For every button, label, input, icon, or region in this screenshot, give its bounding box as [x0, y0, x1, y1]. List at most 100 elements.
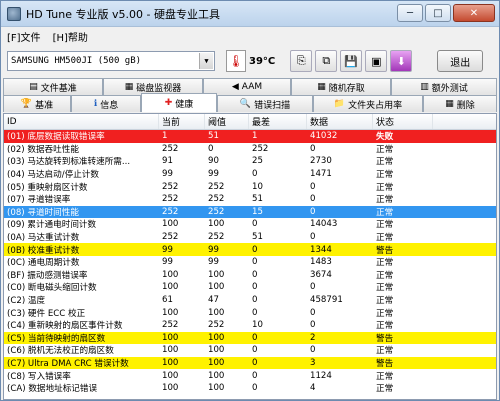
smart-id-cell: (0C) 通电周期计数	[7, 258, 80, 269]
current-cell: 252	[162, 320, 179, 331]
app-window: HD Tune 专业版 v5.00 - 硬盘专业工具 ─ □ ✕ [F]文件 […	[0, 0, 500, 401]
smart-id-cell: (0B) 校准重试计数	[7, 245, 80, 256]
smart-id-cell: (02) 数据吞吐性能	[7, 144, 79, 155]
threshold-cell: 100	[208, 383, 225, 394]
save-icon[interactable]: 💾	[340, 50, 363, 72]
close-button[interactable]: ✕	[453, 4, 495, 22]
current-cell: 61	[162, 295, 173, 306]
table-row[interactable]: (C2) 温度 61 47 0 458791 正常	[4, 294, 496, 307]
drive-select[interactable]: SAMSUNG HM500JI (500 gB) ▼	[7, 51, 215, 71]
column-header-threshold[interactable]: 阈值	[205, 114, 249, 129]
tab-row-top: ▤ 文件基准 ▦ 磁盘监视器 ◀ AAM ▦ 随机存取 ▥ 额外测试	[3, 78, 497, 95]
table-row[interactable]: (0B) 校准重试计数 99 99 0 1344 警告	[4, 243, 496, 256]
file-icon: ▤	[29, 82, 38, 92]
column-header-data[interactable]: 数据	[307, 114, 373, 129]
data-cell: 3	[310, 357, 316, 368]
worst-cell: 51	[252, 232, 263, 243]
worst-cell: 0	[252, 269, 258, 280]
status-cell: 正常	[376, 296, 394, 307]
table-row[interactable]: (04) 马达启动/停止计数 99 99 0 1471 正常	[4, 168, 496, 181]
table-row[interactable]: (08) 寻道时间性能 252 252 15 0 正常	[4, 205, 496, 219]
table-row[interactable]: (BF) 振动感测错误率 100 100 0 3674 正常	[4, 269, 496, 282]
tab-strip: ▤ 文件基准 ▦ 磁盘监视器 ◀ AAM ▦ 随机存取 ▥ 额外测试 🏆 基准 ℹ 信息 ✚ 健…	[3, 78, 497, 112]
column-header-id[interactable]: ID	[4, 114, 159, 129]
threshold-cell: 0	[208, 143, 214, 154]
tab-benchmark[interactable]: 🏆 基准	[3, 95, 71, 112]
tab-file-benchmark[interactable]: ▤ 文件基准	[3, 78, 103, 95]
menu-file[interactable]: [F]文件	[7, 29, 41, 44]
chevron-down-icon[interactable]: ▼	[199, 53, 213, 69]
worst-cell: 0	[252, 257, 258, 268]
smart-id-cell: (03) 马达旋转到标准转速所需...	[7, 157, 131, 168]
table-row[interactable]: (C8) 写入错误率 100 100 0 1124 正常	[4, 369, 496, 382]
smart-id-cell: (BF) 振动感测错误率	[7, 270, 88, 281]
tab-folder-usage[interactable]: 📁 文件夹占用率	[313, 95, 423, 112]
threshold-cell: 99	[208, 257, 219, 268]
table-row[interactable]: (07) 寻道错误率 252 252 51 0 正常	[4, 193, 496, 206]
minimize-button[interactable]: ─	[397, 4, 423, 22]
table-row[interactable]: (C4) 重新映射的扇区事件计数 252 252 10 0 正常	[4, 319, 496, 332]
current-cell: 252	[162, 206, 179, 217]
table-row[interactable]: (01) 底层数据读取错误率 1 51 1 41032 失败	[4, 130, 496, 143]
tab-info[interactable]: ℹ 信息	[71, 95, 141, 112]
worst-cell: 0	[252, 219, 258, 230]
toolbar: SAMSUNG HM500JI (500 gB) ▼ 🌡 39°C ⎘ ⧉ 💾 …	[1, 45, 499, 77]
copy-icon[interactable]: ⎘	[290, 50, 313, 72]
smart-id-cell: (C2) 温度	[7, 296, 46, 307]
status-cell: 正常	[376, 170, 394, 181]
tab-health[interactable]: ✚ 健康	[141, 93, 217, 112]
table-row[interactable]: (05) 重映射扇区计数 252 252 10 0 正常	[4, 180, 496, 193]
worst-cell: 0	[252, 345, 258, 356]
table-row[interactable]: (0C) 通电周期计数 99 99 0 1483 正常	[4, 256, 496, 269]
data-cell: 0	[310, 320, 316, 331]
current-cell: 100	[162, 332, 179, 343]
exit-button[interactable]: 退出	[437, 50, 484, 72]
worst-cell: 0	[252, 332, 258, 343]
tab-label: 错误扫描	[254, 100, 291, 111]
column-header-worst[interactable]: 最差	[249, 114, 307, 129]
current-cell: 100	[162, 345, 179, 356]
tab-error-scan[interactable]: 🔍 错误扫描	[217, 95, 313, 112]
column-header-current[interactable]: 当前	[159, 114, 205, 129]
current-cell: 91	[162, 156, 173, 167]
copy-all-icon[interactable]: ⧉	[315, 50, 338, 72]
screenshot-icon[interactable]: ▣	[365, 50, 388, 72]
table-row[interactable]: (0A) 马达重试计数 252 252 51 0 正常	[4, 231, 496, 244]
data-cell: 0	[310, 206, 316, 217]
table-row[interactable]: (02) 数据吞吐性能 252 0 252 0 正常	[4, 143, 496, 156]
table-row[interactable]: (03) 马达旋转到标准转速所需... 91 90 25 2730 正常	[4, 155, 496, 168]
table-row[interactable]: (C0) 断电磁头缩回计数 100 100 0 0 正常	[4, 281, 496, 294]
data-cell: 0	[310, 181, 316, 192]
table-row[interactable]: (CA) 数据地址标记错误 100 100 0 4 正常	[4, 382, 496, 395]
status-cell: 正常	[376, 283, 394, 294]
worst-cell: 0	[252, 169, 258, 180]
status-cell: 正常	[376, 207, 394, 218]
status-cell: 正常	[376, 371, 394, 382]
table-row[interactable]: (C3) 硬件 ECC 校正 100 100 0 0 正常	[4, 306, 496, 319]
erase-icon: ▦	[445, 99, 454, 109]
data-cell: 1344	[310, 244, 332, 255]
smart-id-cell: (05) 重映射扇区计数	[7, 182, 88, 193]
title-bar[interactable]: HD Tune 专业版 v5.00 - 硬盘专业工具 ─ □ ✕	[1, 1, 499, 27]
table-row[interactable]: (C7) Ultra DMA CRC 错误计数 100 100 0 3 警告	[4, 356, 496, 370]
maximize-button[interactable]: □	[425, 4, 451, 22]
data-cell: 1471	[310, 169, 332, 180]
smart-id-cell: (04) 马达启动/停止计数	[7, 170, 100, 181]
download-icon[interactable]: ⬇	[390, 50, 413, 72]
table-row[interactable]: (09) 累计通电时间计数 100 100 0 14043 正常	[4, 218, 496, 231]
table-row[interactable]: (C6) 脱机无法校正的扇区数 100 100 0 0 正常	[4, 344, 496, 357]
tab-random-access[interactable]: ▦ 随机存取	[291, 78, 391, 95]
menu-help[interactable]: [H]帮助	[53, 29, 88, 44]
smart-id-cell: (0A) 马达重试计数	[7, 233, 80, 244]
threshold-cell: 47	[208, 295, 219, 306]
worst-cell: 252	[252, 143, 269, 154]
threshold-cell: 252	[208, 232, 225, 243]
column-header-status[interactable]: 状态	[373, 114, 433, 129]
status-cell: 正常	[376, 270, 394, 281]
smart-id-cell: (C4) 重新映射的扇区事件计数	[7, 321, 123, 332]
tab-extra-tests[interactable]: ▥ 额外测试	[391, 78, 497, 95]
table-row[interactable]: (C5) 当前待映射的扇区数 100 100 0 2 警告	[4, 331, 496, 345]
tab-erase[interactable]: ▦ 删除	[423, 95, 497, 112]
data-cell: 0	[310, 194, 316, 205]
tab-label: 删除	[456, 100, 475, 111]
